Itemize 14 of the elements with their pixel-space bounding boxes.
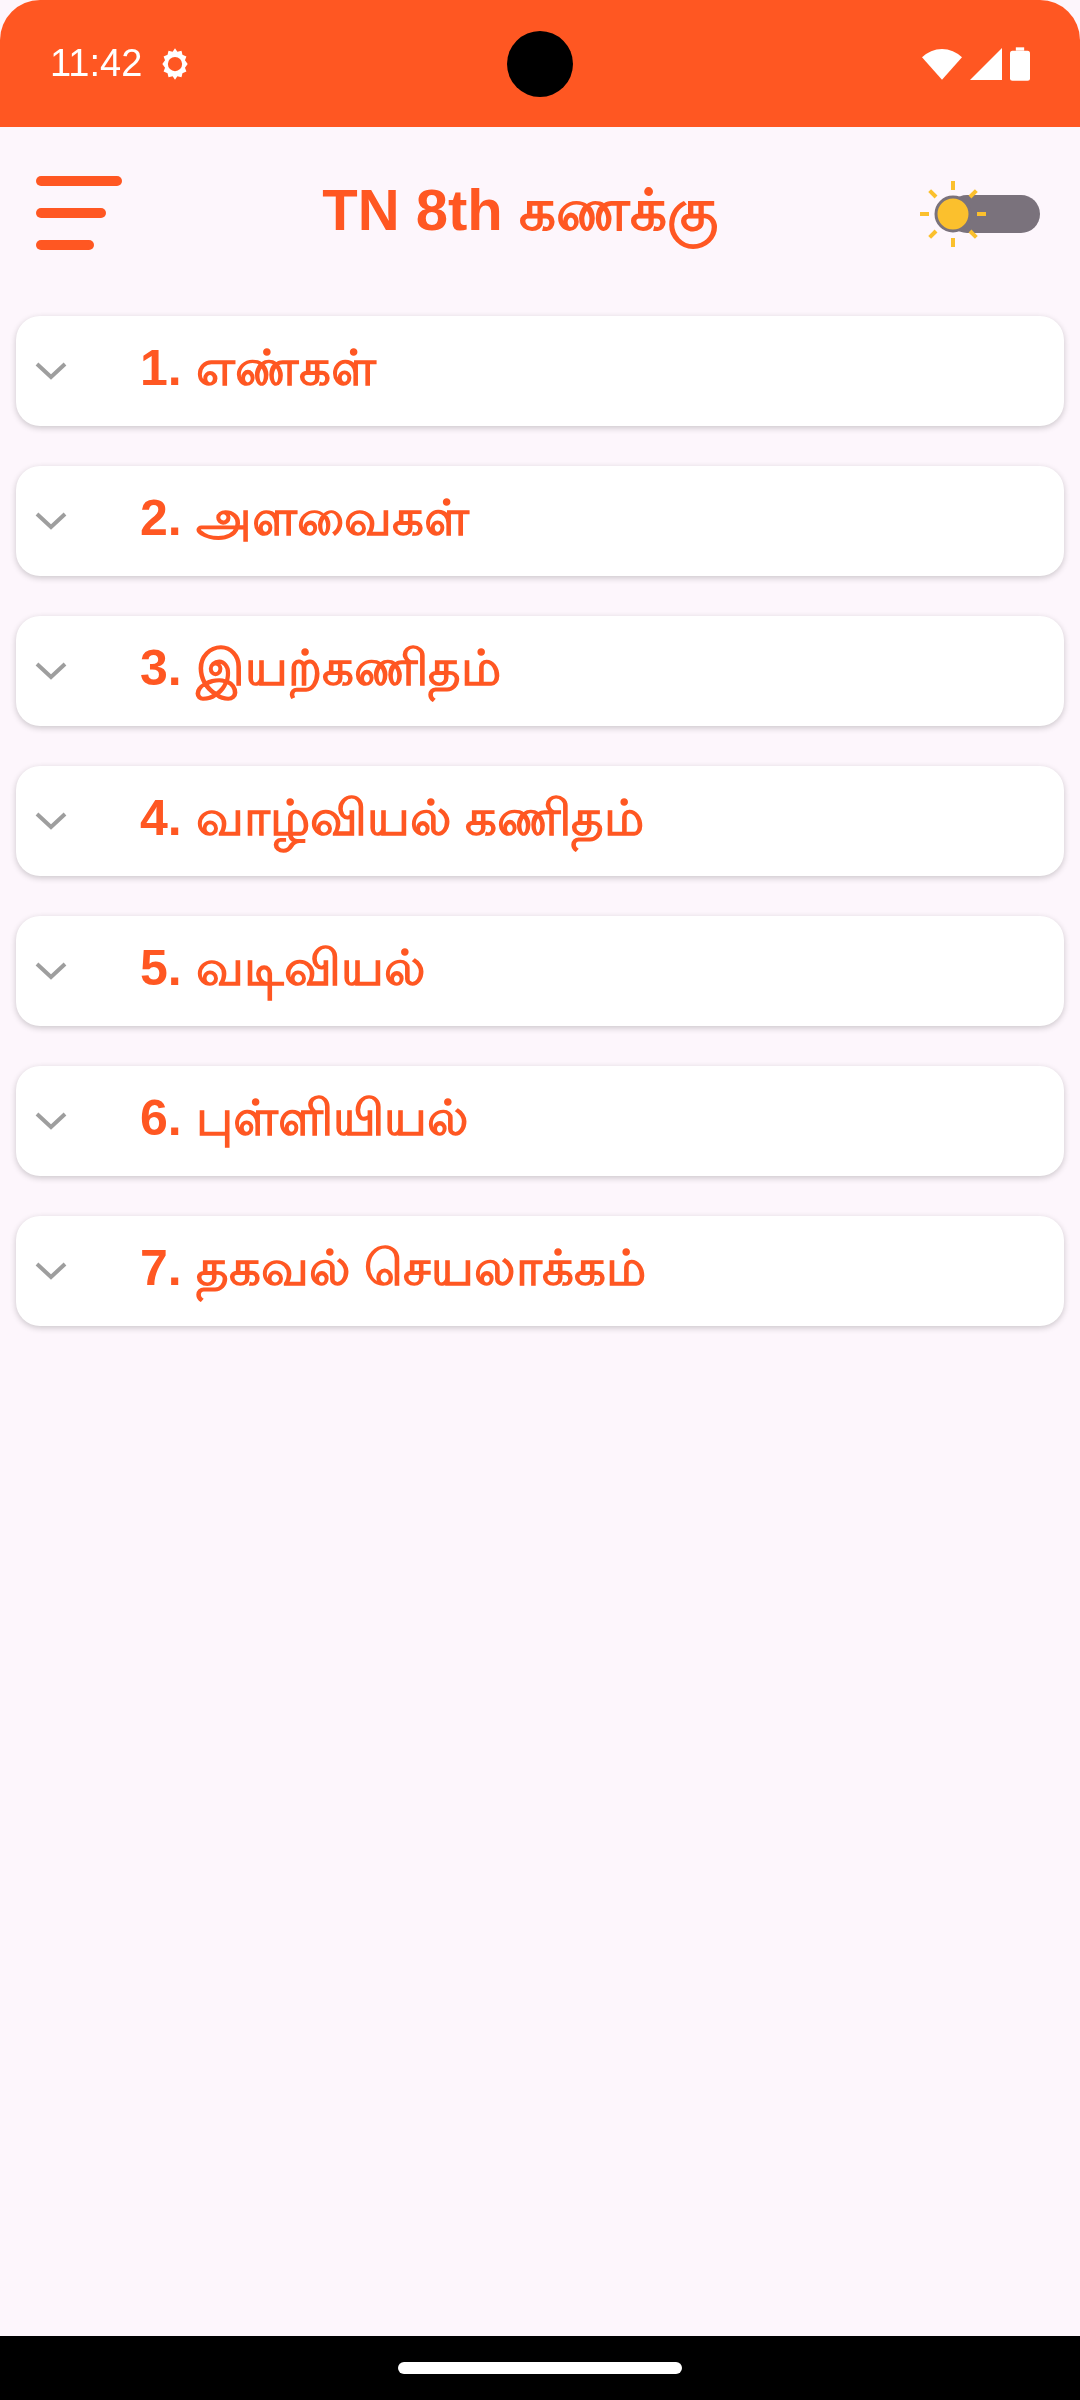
chapter-item[interactable]: 5. வடிவியல் (16, 916, 1064, 1026)
signal-icon (970, 47, 1002, 80)
status-time: 11:42 (50, 42, 143, 85)
chapter-item[interactable]: 1. எண்கள் (16, 316, 1064, 426)
app-title: TN 8th கணக்கு (122, 175, 918, 252)
chapter-item[interactable]: 7. தகவல் செயலாக்கம் (16, 1216, 1064, 1326)
wifi-icon (922, 47, 962, 80)
chapter-item[interactable]: 2. அளவைகள் (16, 466, 1064, 576)
home-handle[interactable] (398, 2362, 682, 2374)
battery-icon (1010, 46, 1030, 81)
menu-icon[interactable] (36, 175, 122, 252)
chapter-item[interactable]: 6. புள்ளியியல் (16, 1066, 1064, 1176)
chapter-item[interactable]: 3. இயற்கணிதம் (16, 616, 1064, 726)
chapter-item[interactable]: 4. வாழ்வியல் கணிதம் (16, 766, 1064, 876)
